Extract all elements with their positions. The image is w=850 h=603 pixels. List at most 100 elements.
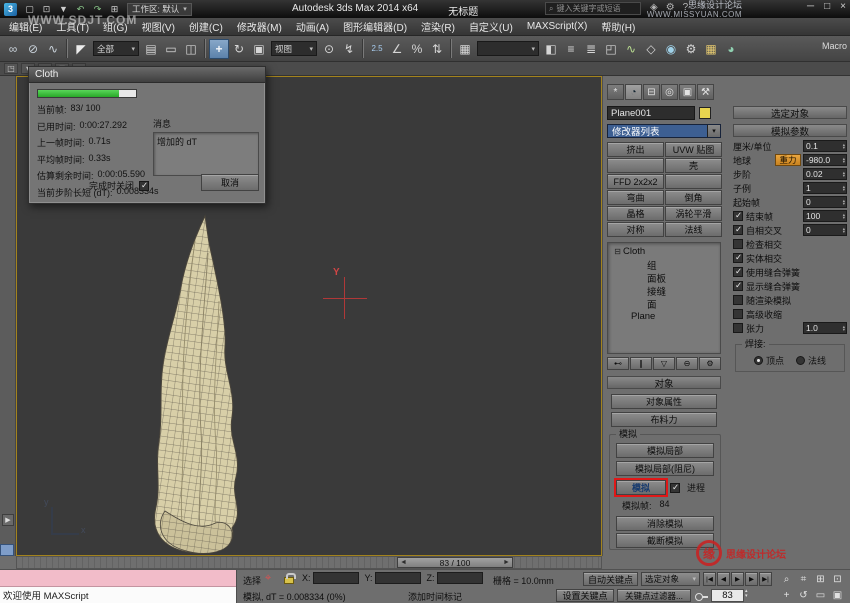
orbit-icon[interactable]: ↺ [795,587,812,603]
selection-lock-crosshair-icon[interactable]: ⌖ [265,572,271,585]
radio-icon[interactable] [796,356,805,365]
go-to-end-button[interactable]: ▶| [759,572,772,586]
reference-coordinate-dropdown[interactable]: 视图▾ [271,41,317,56]
menu-item[interactable]: 帮助(H) [594,17,642,36]
zoom-region-icon[interactable]: ⊡ [829,571,846,587]
select-by-name-icon[interactable]: ▤ [141,39,161,59]
utilities-tab[interactable]: ⚒ [697,84,714,100]
schematic-view-icon[interactable]: ◇ [641,39,661,59]
object-color-swatch[interactable] [699,107,711,119]
modifier-set-button[interactable]: 涡轮平滑 [665,206,722,221]
modifier-stack-item[interactable]: Plane [608,310,720,323]
render-production-icon[interactable]: ◕ [721,39,741,59]
motion-tab[interactable]: ◎ [661,84,678,100]
select-object-icon[interactable]: ◤ [71,39,91,59]
configure-modifier-sets-icon[interactable]: ⚙ [699,357,721,370]
named-selection-sets-icon[interactable]: ▦ [455,39,475,59]
cloth-object[interactable] [135,213,285,556]
spinner-arrows-icon[interactable]: ▴▾ [843,227,845,234]
spinner-arrows-icon[interactable]: ▴▾ [843,185,845,192]
time-slider[interactable]: ◄ 83 / 100 ► [397,557,513,568]
minimize-button[interactable]: ─ [807,1,814,12]
spinner-arrows-icon[interactable]: ▴▾ [843,213,845,220]
macro-recorder-pane[interactable] [0,570,236,587]
param-spinner-field[interactable]: 0 ▴▾ [803,196,847,208]
radio-icon[interactable] [754,356,763,365]
object-properties-button[interactable]: 对象属性 [611,394,717,409]
param-spinner-field[interactable]: 1 ▴▾ [803,182,847,194]
maximize-viewport-icon[interactable]: ▣ [829,587,846,603]
spinner-arrows-icon[interactable]: ▴▾ [843,199,845,206]
simulate-local-button[interactable]: 模拟局部 [616,443,714,458]
weld-option[interactable]: 顶点 [754,354,784,367]
zoom-extents-icon[interactable]: ⊞ [812,571,829,587]
mirror-icon[interactable]: ◧ [541,39,561,59]
zoom-icon[interactable]: ⌕ [778,571,795,587]
remove-modifier-icon[interactable]: ⊖ [676,357,698,370]
modifier-set-button[interactable]: 挤出 [607,142,664,157]
modifier-set-button[interactable]: 法线 [665,222,722,237]
viewport-tab-marker[interactable] [0,544,14,556]
modifier-stack[interactable]: ⊟ Cloth 组 面板 接缝 面 Plane [607,242,721,354]
modifier-stack-item[interactable]: 面板 [608,271,720,284]
menu-item[interactable]: 视图(V) [135,17,182,36]
display-tab[interactable]: ▣ [679,84,696,100]
modifier-set-button[interactable] [665,174,722,189]
modify-tab[interactable]: ◔ [625,84,642,100]
param-spinner-field[interactable]: 1.0 ▴▾ [803,322,847,334]
named-selection-dropdown[interactable]: ▾ [477,41,539,56]
make-unique-icon[interactable]: ▽ [653,357,675,370]
ribbon-handle-icon[interactable]: ◳ [4,63,18,74]
param-checkbox[interactable] [733,267,743,277]
close-when-done-checkbox[interactable] [139,181,149,191]
key-mode-icon[interactable] [695,591,708,603]
current-frame-field[interactable]: 83 [711,589,744,602]
spinner-snap-icon[interactable]: ⇅ [427,39,447,59]
maxscript-mini-listener[interactable]: 欢迎使用 MAXScript [0,570,237,603]
spinner-arrows-icon[interactable]: ▴▾ [843,325,845,332]
param-spinner-field[interactable]: 0.1 ▴▾ [803,140,847,152]
material-editor-icon[interactable]: ◉ [661,39,681,59]
spinner-arrows-icon[interactable]: ▴▾ [843,171,845,178]
next-frame-button[interactable]: ▶ [745,572,758,586]
modifier-stack-item[interactable]: 组 [608,258,720,271]
search-input[interactable]: ⌕ 键入关键字或短语 [545,2,641,15]
modifier-set-button[interactable] [607,158,664,173]
param-checkbox[interactable] [733,211,743,221]
pan-icon[interactable]: + [778,587,795,603]
select-and-move-icon[interactable]: + [209,39,229,59]
menu-item[interactable]: 自定义(U) [462,17,520,36]
select-and-rotate-icon[interactable]: ↻ [229,39,249,59]
chevron-down-icon[interactable]: ▾ [707,125,720,137]
render-setup-icon[interactable]: ⚙ [681,39,701,59]
coordinate-field[interactable] [375,572,421,584]
show-end-result-icon[interactable]: ∥ [630,357,652,370]
maximize-button[interactable]: □ [824,1,830,12]
param-checkbox[interactable] [733,225,743,235]
rectangular-region-icon[interactable]: ▭ [161,39,181,59]
modifier-set-button[interactable]: UVW 贴图 [665,142,722,157]
cloth-forces-button[interactable]: 布料力 [611,412,717,427]
align-icon[interactable]: ≡ [561,39,581,59]
fov-icon[interactable]: ▭ [812,587,829,603]
param-checkbox[interactable] [733,253,743,263]
erase-simulation-button[interactable]: 消除模拟 [616,516,714,531]
hierarchy-tab[interactable]: ⊟ [643,84,660,100]
zoom-all-icon[interactable]: ⌗ [795,571,812,587]
window-crossing-icon[interactable]: ◫ [181,39,201,59]
use-pivot-point-icon[interactable]: ⊙ [319,39,339,59]
selected-object-rollout-header[interactable]: 选定对象 [733,106,847,119]
spinner-arrows-icon[interactable]: ▴▾ [843,143,845,150]
param-checkbox[interactable] [733,239,743,249]
modifier-set-button[interactable]: FFD 2x2x2 [607,174,664,189]
bind-to-space-warp-icon[interactable]: ∿ [43,39,63,59]
select-and-scale-icon[interactable]: ▣ [249,39,269,59]
layer-manager-icon[interactable]: ≣ [581,39,601,59]
select-and-manipulate-icon[interactable]: ↯ [339,39,359,59]
simulate-local-damped-button[interactable]: 模拟局部(阻尼) [616,461,714,476]
simulation-parameters-rollout-header[interactable]: 模拟参数 [733,124,847,137]
frame-spinner-icon[interactable]: ▴▾ [745,589,748,599]
param-spinner-field[interactable]: 100 ▴▾ [803,210,847,222]
param-checkbox[interactable] [733,295,743,305]
modifier-set-button[interactable]: 对称 [607,222,664,237]
